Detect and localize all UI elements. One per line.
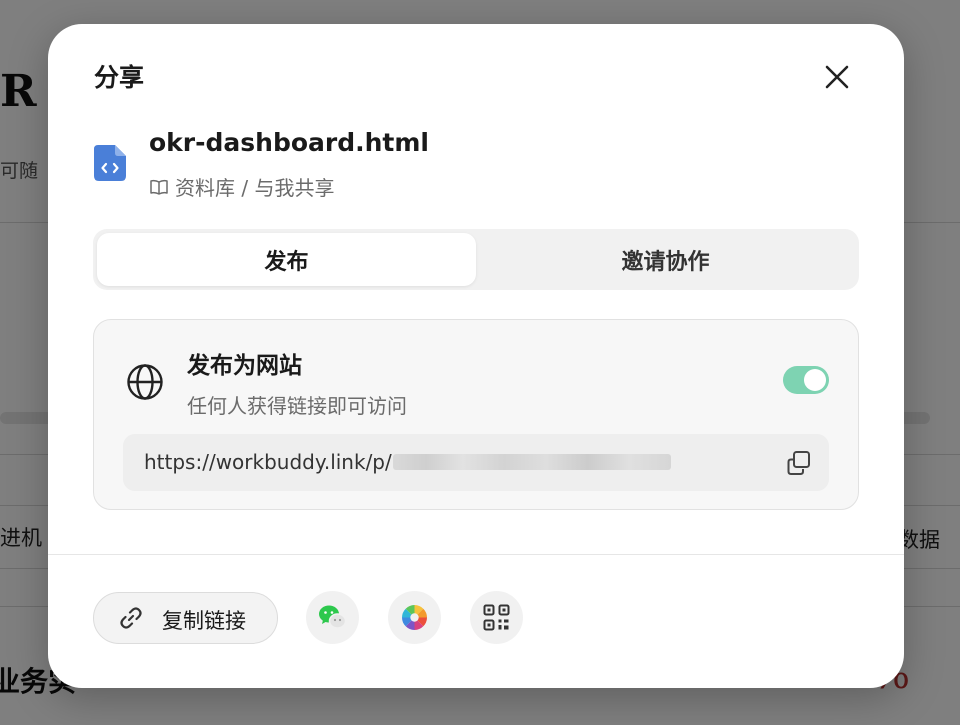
close-button[interactable] (818, 58, 856, 96)
copy-link-label: 复制链接 (162, 609, 246, 633)
published-url-field[interactable]: https://workbuddy.link/p/ (123, 434, 829, 491)
qrcode-icon (483, 604, 510, 631)
toggle-knob (804, 369, 826, 391)
link-icon (120, 607, 142, 629)
globe-icon (127, 364, 163, 400)
copy-icon[interactable] (786, 450, 812, 476)
moments-icon (402, 605, 427, 630)
publish-title: 发布为网站 (187, 353, 302, 379)
dialog-title: 分享 (94, 63, 145, 92)
publish-toggle[interactable] (783, 366, 829, 394)
share-qrcode-button[interactable] (470, 591, 523, 644)
share-moments-button[interactable] (388, 591, 441, 644)
tab-publish[interactable]: 发布 (97, 233, 476, 286)
url-redacted-mask (393, 454, 671, 470)
share-wechat-button[interactable] (306, 591, 359, 644)
wechat-icon (319, 605, 347, 629)
file-location: 资料库 / 与我共享 (149, 172, 334, 201)
footer-divider (48, 554, 904, 555)
close-icon (825, 65, 849, 89)
publish-description: 任何人获得链接即可访问 (187, 394, 407, 418)
file-name: okr-dashboard.html (149, 128, 429, 157)
copy-link-button[interactable]: 复制链接 (93, 592, 278, 644)
file-path-text: 资料库 / 与我共享 (175, 176, 335, 200)
share-tabs: 发布 邀请协作 (93, 229, 859, 290)
book-icon (150, 179, 168, 195)
tab-invite-collaborate[interactable]: 邀请协作 (476, 233, 855, 286)
publish-website-card: 发布为网站 任何人获得链接即可访问 https://workbuddy.link… (93, 319, 859, 510)
share-dialog: 分享 okr-dashboard.html 资料库 / 与我共享 发布 邀请协作… (48, 24, 904, 688)
html-file-icon (94, 145, 126, 181)
published-url-text: https://workbuddy.link/p/ (144, 450, 392, 474)
